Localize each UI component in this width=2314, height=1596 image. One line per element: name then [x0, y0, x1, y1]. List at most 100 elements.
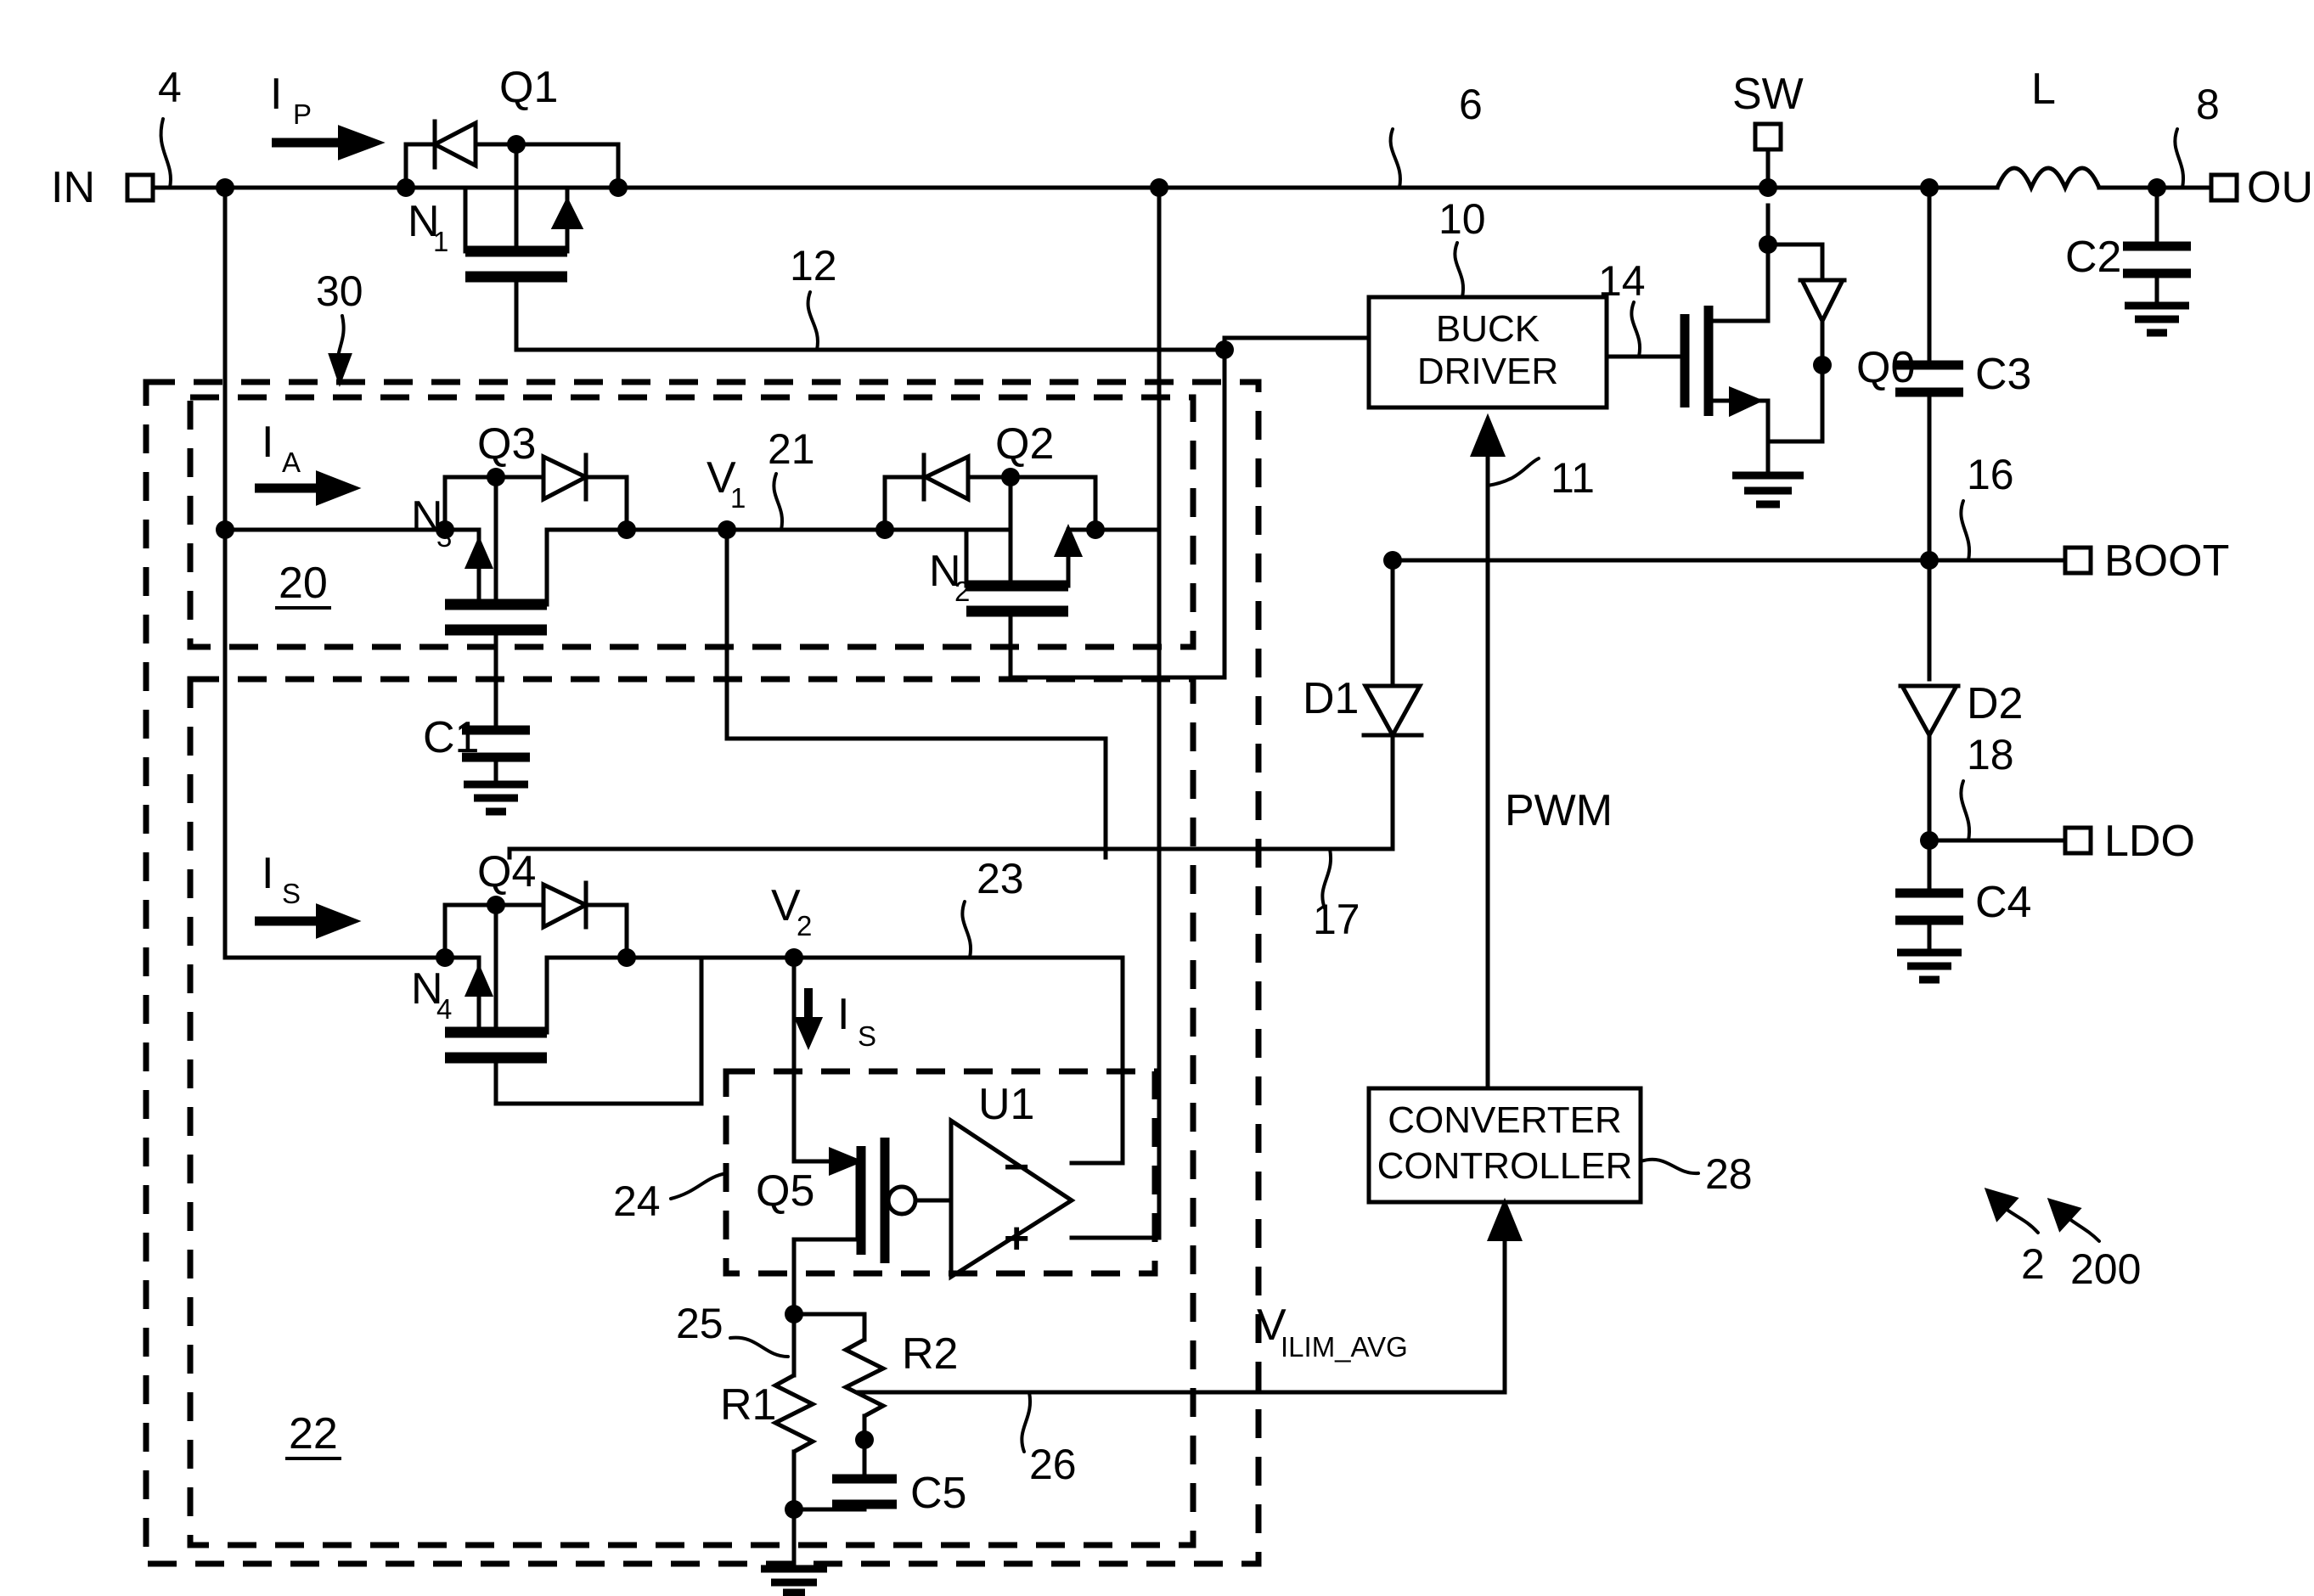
- signal-v1-sub: 1: [730, 482, 746, 514]
- q3-label: Q3: [477, 419, 536, 469]
- node-n4-sub: 4: [436, 993, 452, 1025]
- r2-label: R2: [902, 1329, 958, 1379]
- signal-v2-sub: 2: [797, 910, 812, 941]
- group-22-label: 22: [289, 1409, 338, 1458]
- ref-24: 24: [613, 1177, 661, 1225]
- current-is2-arrow: [793, 988, 824, 1050]
- ref-2: 2: [2021, 1240, 2045, 1288]
- d1-label: D1: [1303, 674, 1359, 723]
- ref-25-leader: [729, 1335, 790, 1358]
- buck-driver-block[interactable]: BUCK DRIVER: [1366, 295, 1609, 410]
- ref-23: 23: [977, 855, 1024, 902]
- signal-ia-label: I: [262, 418, 273, 467]
- signal-is1-label: I: [262, 849, 273, 898]
- transistor-q3: [442, 452, 636, 733]
- ref-21: 21: [768, 425, 815, 473]
- opamp-u1: [949, 855, 1162, 1281]
- signal-is2-sub: S: [858, 1020, 876, 1052]
- ref-30-leader: [328, 314, 352, 387]
- current-ip-arrow: [272, 125, 386, 160]
- ldo-label: LDO: [2104, 817, 2195, 866]
- terminal-in-label: IN: [51, 163, 95, 212]
- ref-10-leader: [1453, 241, 1466, 299]
- vilim-sub: ILIM_AVG: [1281, 1331, 1408, 1363]
- sw-label: SW: [1732, 70, 1804, 119]
- q1-label: Q1: [499, 63, 558, 112]
- buck-driver-line1: BUCK: [1436, 308, 1540, 350]
- ref-4: 4: [158, 64, 182, 111]
- boot-label: BOOT: [2104, 537, 2229, 586]
- schematic-sheet: I P 4 IN Q1 N 1 12 6 BUCK DRIVER 10 14 Q…: [0, 0, 2314, 1596]
- ref-26: 26: [1029, 1441, 1077, 1488]
- signal-ip-label: I: [270, 70, 282, 119]
- r1-label: R1: [720, 1380, 776, 1430]
- current-is-arrow: [255, 903, 362, 939]
- ref-14: 14: [1598, 257, 1646, 305]
- ref-4-leader: [159, 117, 172, 189]
- ref-21-leader: [772, 472, 785, 531]
- ref-14-leader: [1630, 301, 1642, 358]
- boot-terminal-pad[interactable]: [2063, 545, 2093, 576]
- signal-ip-sub: P: [293, 98, 312, 130]
- ref-6: 6: [1459, 81, 1483, 128]
- signal-ia-sub: A: [282, 447, 301, 478]
- c4-label: C4: [1975, 878, 2031, 927]
- ref-8: 8: [2196, 81, 2220, 128]
- capacitor-c3: [1895, 178, 1963, 563]
- c5-label: C5: [910, 1469, 966, 1518]
- transistor-q0: [1680, 203, 1847, 509]
- ref-200: 200: [2070, 1245, 2141, 1293]
- node-n3-sub: 3: [436, 521, 452, 553]
- u1-label: U1: [978, 1080, 1034, 1129]
- converter-controller-line1: CONVERTER: [1388, 1099, 1621, 1141]
- transistor-q4: [442, 880, 738, 1106]
- ref-10: 10: [1439, 195, 1486, 243]
- ref-28: 28: [1705, 1150, 1753, 1198]
- buck-driver-line2: DRIVER: [1417, 351, 1558, 392]
- ref-18: 18: [1967, 731, 2014, 778]
- node-n2-sub: 2: [954, 576, 970, 607]
- ref-11: 11: [1551, 454, 1595, 502]
- diode-d2: [1898, 683, 1961, 843]
- ref-24-leader: [669, 1172, 729, 1200]
- ref-16: 16: [1967, 451, 2014, 498]
- c3-label: C3: [1975, 350, 2031, 399]
- capacitor-c4: [1895, 888, 1963, 984]
- ref-12: 12: [790, 242, 837, 289]
- l-label: L: [2031, 65, 2056, 114]
- net-12: [514, 318, 1371, 359]
- pwm-label: PWM: [1505, 786, 1613, 835]
- q2-label: Q2: [995, 419, 1054, 469]
- q4-label: Q4: [477, 847, 536, 896]
- converter-controller-line2: CONTROLLER: [1377, 1145, 1633, 1187]
- ref-17: 17: [1313, 896, 1360, 943]
- sw-terminal[interactable]: [1753, 121, 1783, 197]
- current-ia-arrow: [255, 470, 362, 506]
- converter-controller-block[interactable]: CONVERTER CONTROLLER: [1366, 1086, 1643, 1205]
- ref-30: 30: [316, 267, 363, 315]
- c1-label: C1: [423, 713, 479, 762]
- d2-label: D2: [1967, 679, 2023, 728]
- ref-200-leader: [2047, 1197, 2101, 1243]
- ref-16-leader: [1959, 499, 1972, 562]
- transistor-q5: [791, 1138, 954, 1317]
- opamp-plus-sign: +: [1004, 1214, 1029, 1263]
- ref-8-leader: [2173, 127, 2186, 189]
- ldo-terminal-pad[interactable]: [2063, 825, 2093, 856]
- out-terminal[interactable]: [2209, 172, 2239, 203]
- ref-23-leader: [960, 900, 973, 959]
- signal-is2-label: I: [837, 990, 849, 1039]
- group-20-label: 20: [279, 559, 328, 608]
- ref-25: 25: [676, 1300, 723, 1347]
- ref-2-leader: [1984, 1187, 2040, 1234]
- ref-11-leader: [1486, 457, 1540, 487]
- q5-label: Q5: [756, 1166, 814, 1216]
- boot-branch: [1920, 545, 2093, 682]
- c2-label: C2: [2065, 233, 2121, 282]
- net-11-pwm: [1470, 413, 1506, 1091]
- ref-28-leader: [1639, 1157, 1700, 1176]
- resistor-divider: [761, 1305, 897, 1596]
- opamp-minus-sign: −: [1004, 1143, 1029, 1192]
- capacitor-c2: [2123, 178, 2191, 337]
- in-terminal-pad[interactable]: [125, 172, 155, 203]
